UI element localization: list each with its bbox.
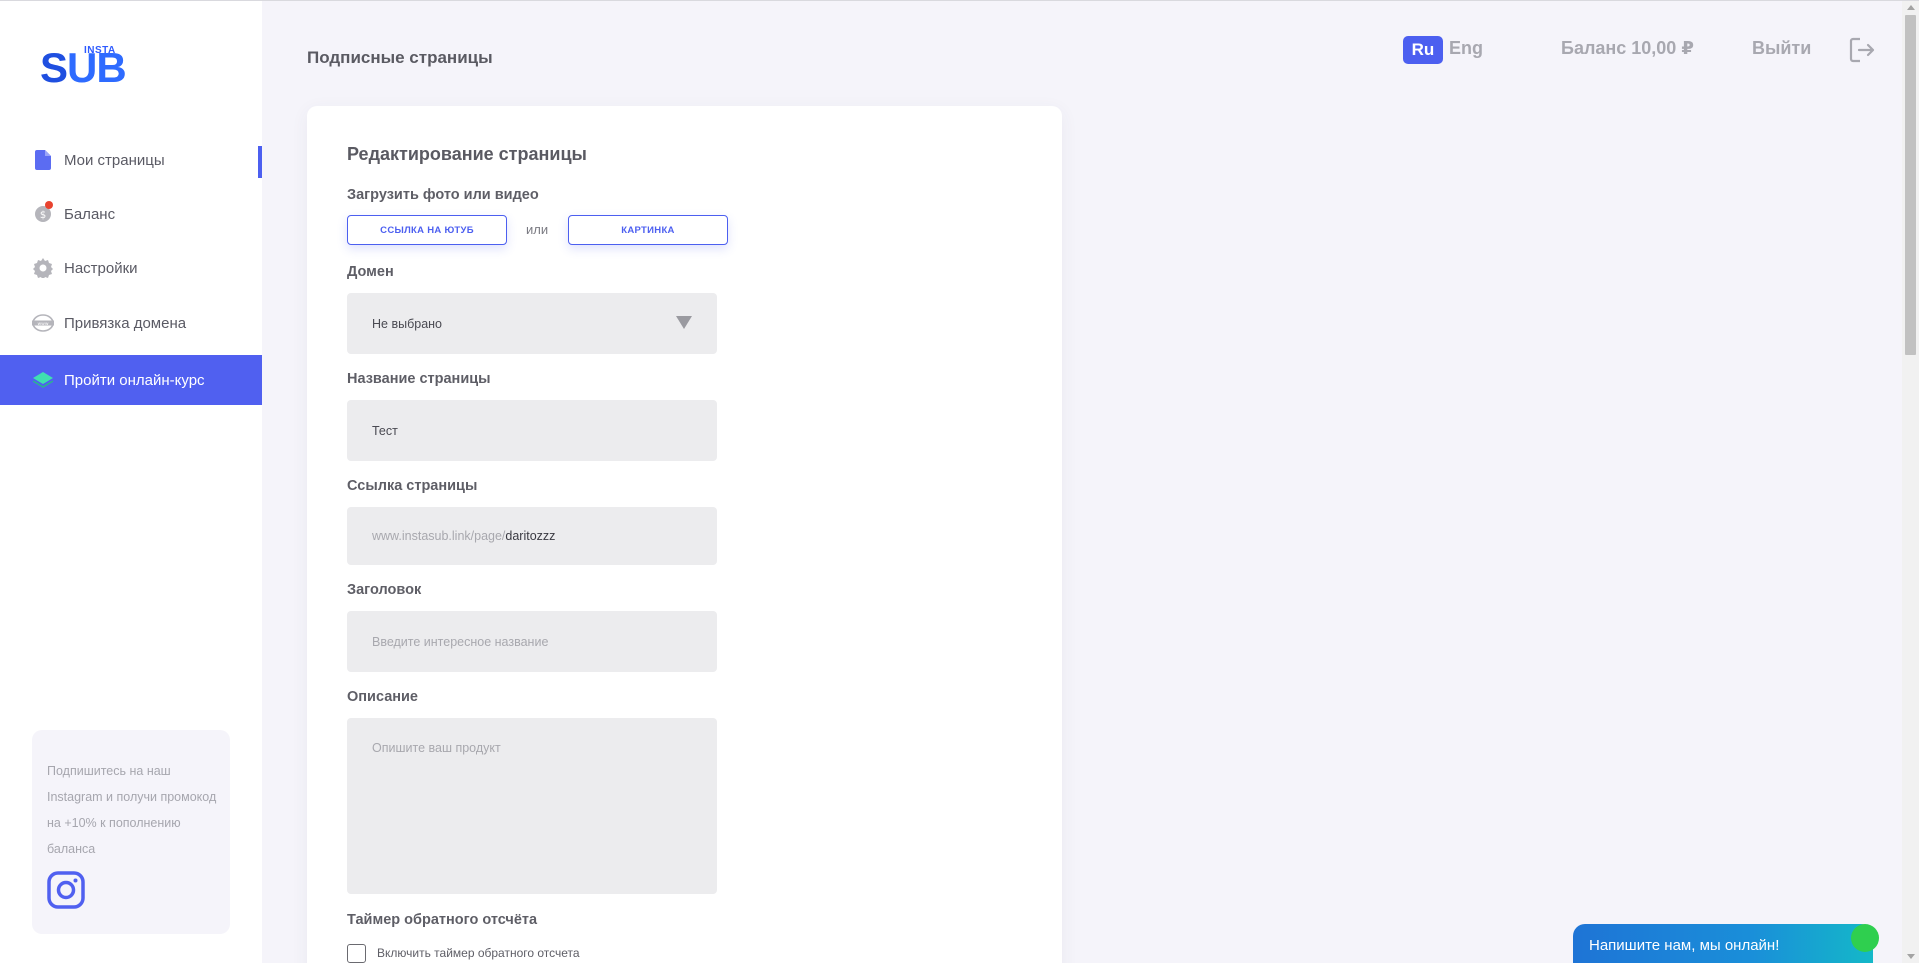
sidebar-item-label: Привязка домена	[64, 314, 187, 332]
page-link-prefix: www.instasub.link/page/daritozzz	[372, 529, 556, 543]
card-title: Редактирование страницы	[347, 144, 587, 164]
sidebar-item-settings[interactable]: Настройки	[0, 243, 262, 293]
page-name-value: Тест	[372, 424, 398, 438]
sidebar-item-balance[interactable]: $ Баланс	[0, 189, 262, 239]
sidebar-item-label: Баланс	[64, 205, 116, 223]
online-status-dot	[1851, 924, 1879, 952]
description-placeholder: Опишите ваш продукт	[372, 741, 501, 755]
scrollbar[interactable]	[1902, 1, 1919, 963]
www-icon: www	[32, 312, 54, 334]
sidebar: INSTA SUB Мои страницы $ Баланс Настройк…	[0, 1, 262, 963]
edit-page-card: Редактирование страницы Загрузить фото и…	[307, 106, 1062, 963]
or-text: или	[526, 222, 549, 237]
svg-text:$: $	[40, 210, 46, 221]
scrollbar-thumb[interactable]	[1905, 15, 1916, 355]
sidebar-item-my-pages[interactable]: Мои страницы	[0, 135, 262, 185]
chat-widget-text: Напишите нам, мы онлайн!	[1589, 937, 1780, 954]
coin-icon: $	[32, 201, 54, 225]
youtube-link-button[interactable]: ССЫЛКА НА ЮТУБ	[347, 215, 507, 245]
sidebar-item-domain[interactable]: www Привязка домена	[0, 298, 262, 348]
sidebar-item-label: Настройки	[64, 259, 138, 277]
logo[interactable]: INSTA SUB	[40, 41, 127, 89]
page-name-input[interactable]: Тест	[347, 400, 717, 461]
description-label: Описание	[347, 689, 418, 705]
page-link-label: Ссылка страницы	[347, 478, 478, 494]
page-link-value: daritozzz	[505, 529, 556, 543]
heading-placeholder: Введите интересное название	[372, 635, 549, 649]
heading-label: Заголовок	[347, 582, 422, 598]
upload-label: Загрузить фото или видео	[347, 187, 539, 203]
image-button[interactable]: КАРТИНКА	[568, 215, 728, 245]
sidebar-item-label: Мои страницы	[64, 151, 165, 169]
page-title: Подписные страницы	[307, 48, 493, 67]
instagram-icon[interactable]	[47, 871, 85, 909]
timer-checkbox-label[interactable]: Включить таймер обратного отсчета	[377, 946, 580, 960]
timer-label: Таймер обратного отсчёта	[347, 912, 538, 928]
svg-text:www: www	[37, 322, 48, 327]
page-link-input[interactable]: www.instasub.link/page/daritozzz	[347, 507, 717, 565]
lang-eng-button[interactable]: Eng	[1449, 38, 1483, 59]
balance-display: Баланс 10,00 ₽	[1561, 38, 1694, 58]
page-name-label: Название страницы	[347, 371, 491, 387]
logo-sub-text: SUB	[40, 44, 127, 91]
scroll-down-arrow-icon[interactable]	[1907, 954, 1915, 959]
sidebar-item-online-course[interactable]: Пройти онлайн-курс	[0, 355, 262, 405]
gear-icon	[32, 257, 54, 279]
chat-widget[interactable]: Напишите нам, мы онлайн!	[1573, 924, 1879, 963]
promo-text: Подпишитесь на наш Instagram и получи пр…	[47, 764, 217, 856]
top-border	[0, 0, 1919, 1]
dropdown-arrow-icon	[676, 316, 692, 329]
lang-ru-button[interactable]: Ru	[1403, 36, 1443, 64]
domain-label: Домен	[347, 264, 394, 280]
domain-select-value: Не выбрано	[372, 317, 442, 331]
logout-icon[interactable]	[1848, 36, 1876, 64]
logout-link[interactable]: Выйти	[1752, 38, 1811, 59]
notification-dot	[45, 201, 53, 209]
scroll-up-arrow-icon[interactable]	[1907, 5, 1915, 10]
layers-icon	[32, 369, 54, 391]
heading-input[interactable]: Введите интересное название	[347, 611, 717, 672]
document-icon	[32, 149, 54, 171]
domain-select[interactable]: Не выбрано	[347, 293, 717, 354]
timer-checkbox[interactable]	[347, 944, 366, 963]
description-textarea[interactable]: Опишите ваш продукт	[347, 718, 717, 894]
sidebar-item-label: Пройти онлайн-курс	[64, 371, 205, 389]
instagram-promo: Подпишитесь на наш Instagram и получи пр…	[32, 730, 230, 934]
